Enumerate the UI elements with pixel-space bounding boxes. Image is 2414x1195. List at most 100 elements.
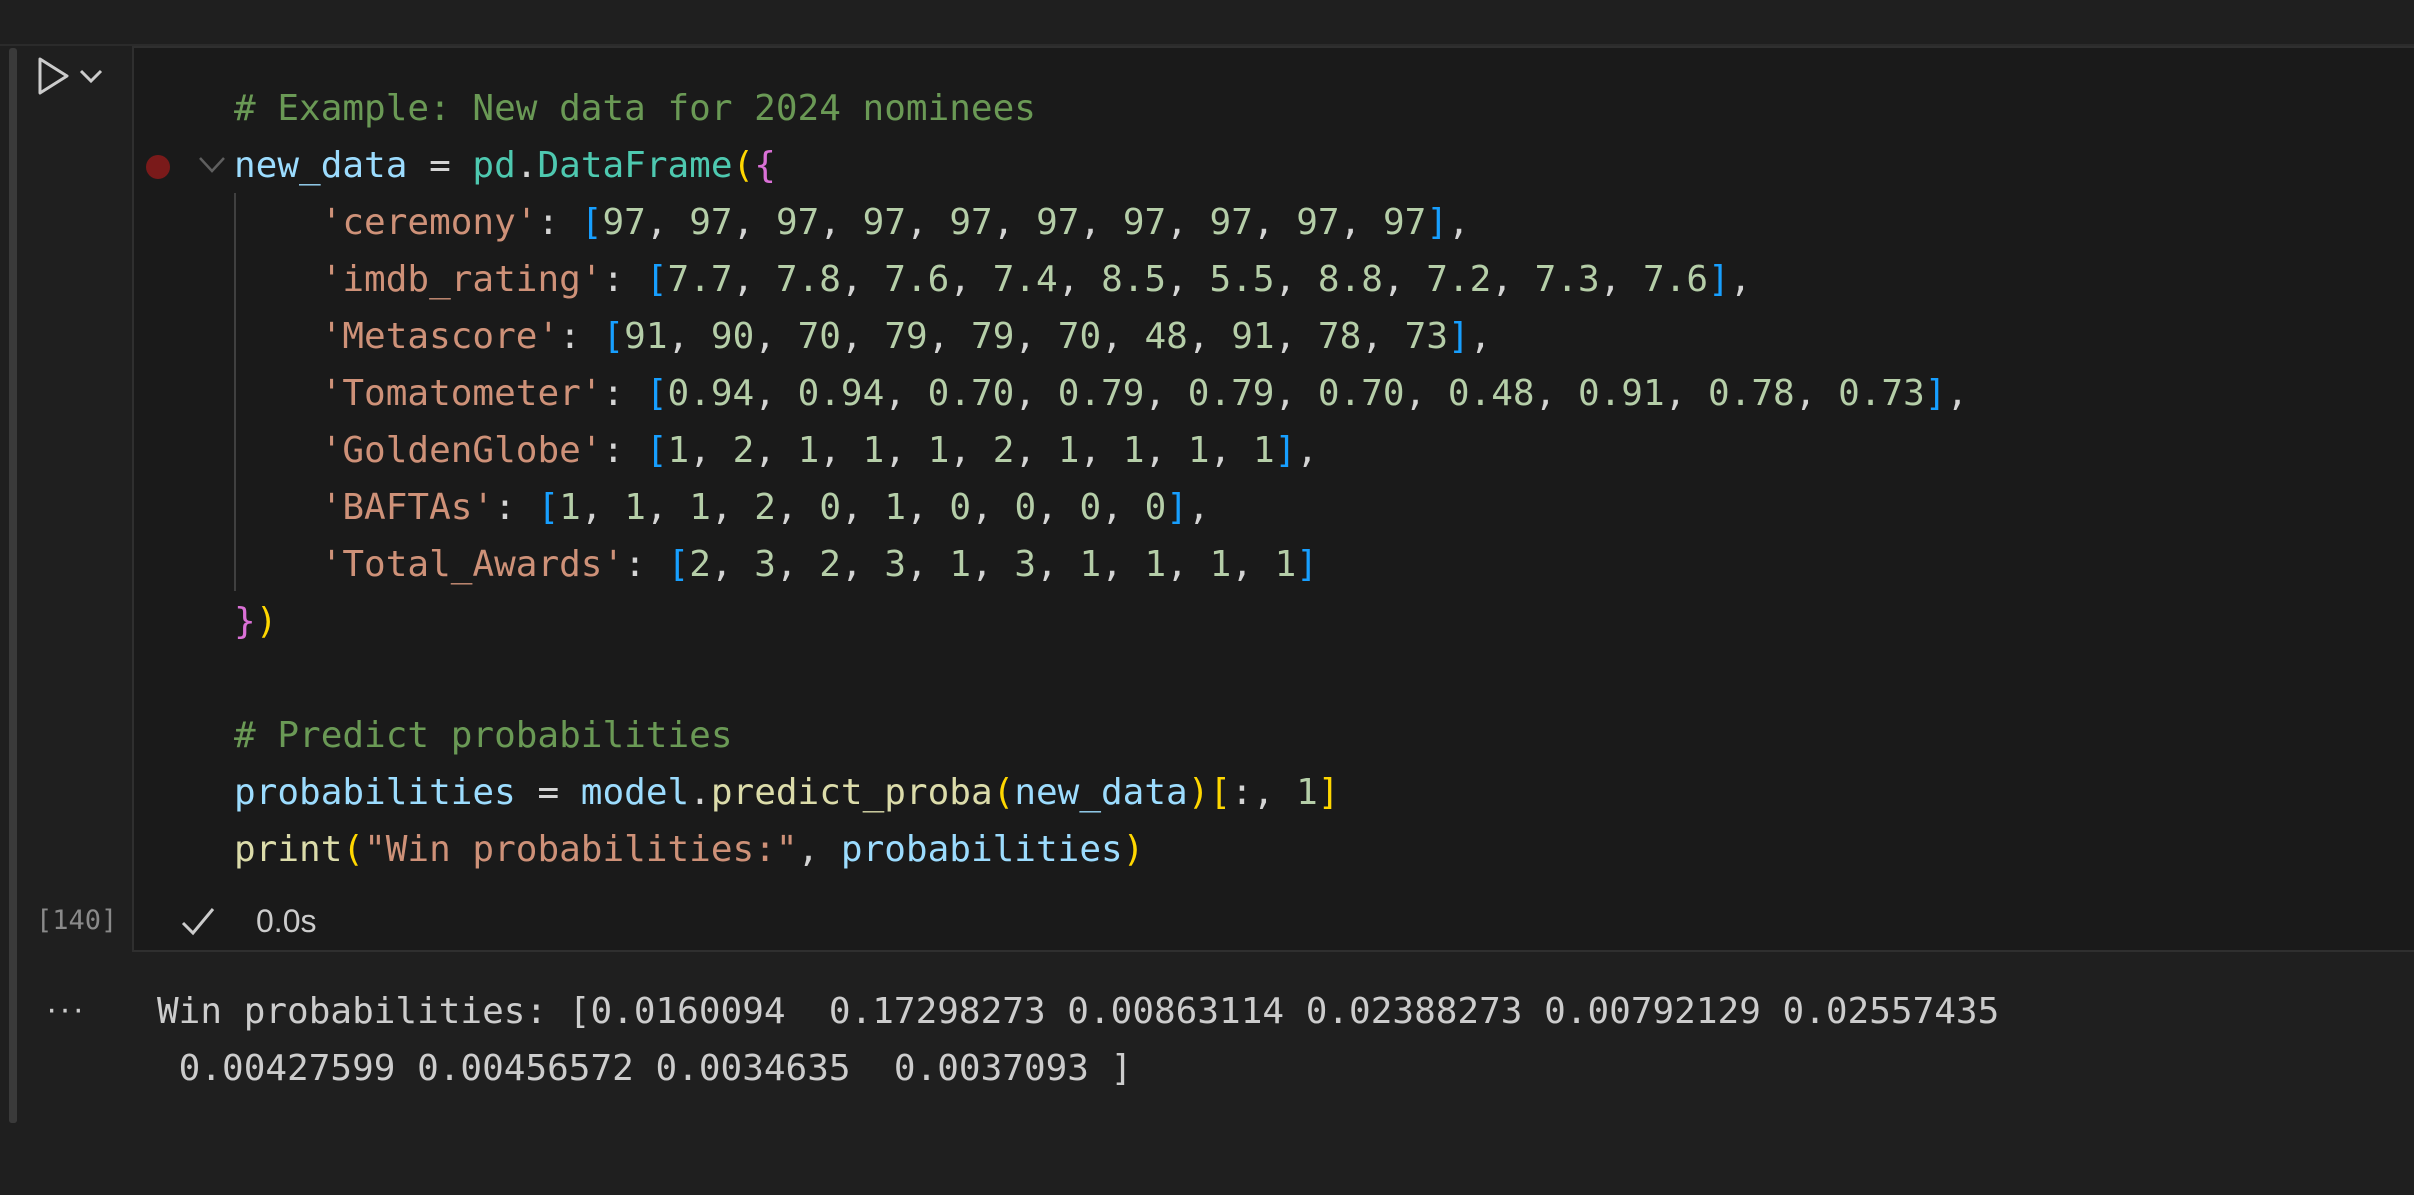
code-token: # Example: New data for 2024 nominees (234, 88, 1036, 129)
code-token: 79 (971, 316, 1015, 357)
play-icon (38, 57, 69, 95)
code-token: 97 (1122, 202, 1167, 243)
code-token: 2 (689, 544, 711, 585)
code-token: ) (1187, 772, 1210, 813)
chevron-down-icon (79, 69, 103, 84)
code-line[interactable]: 'BAFTAs': [1, 1, 1, 2, 0, 1, 0, 0, 0, 0]… (234, 479, 1210, 536)
code-line[interactable]: }) (234, 593, 277, 650)
code-token: 3 (884, 544, 907, 585)
code-token: : (624, 544, 668, 585)
code-token: 1 (1252, 430, 1275, 471)
code-token: . (689, 772, 711, 813)
code-token: , (754, 373, 798, 414)
code-token: , (1014, 373, 1058, 414)
code-line[interactable]: new_data = pd.DataFrame({ (234, 137, 776, 194)
code-token: ] (1924, 373, 1947, 414)
code-line[interactable]: 'imdb_rating': [7.7, 7.8, 7.6, 7.4, 8.5,… (234, 251, 1752, 308)
code-token: model (580, 772, 690, 813)
code-token: 1 (862, 430, 885, 471)
code-token: 'imdb_rating' (320, 259, 603, 300)
code-token: , (1274, 259, 1318, 300)
run-controls (36, 56, 104, 96)
run-cell-button[interactable] (36, 56, 70, 96)
code-token: [ (645, 259, 668, 300)
fold-toggle[interactable] (197, 154, 227, 181)
code-token: probabilities (840, 829, 1123, 870)
code-token: ] (1296, 544, 1318, 585)
code-token: 2 (992, 430, 1015, 471)
code-token: : (602, 259, 646, 300)
code-line[interactable]: 'Tomatometer': [0.94, 0.94, 0.70, 0.79, … (234, 365, 1968, 422)
code-token: = (407, 145, 473, 186)
code-line[interactable]: 'Metascore': [91, 90, 70, 79, 79, 70, 48… (234, 308, 1492, 365)
code-token: ] (1317, 772, 1340, 813)
output-actions-button[interactable]: ··· (46, 990, 86, 1029)
code-line[interactable]: probabilities = model.predict_proba(new_… (234, 764, 1339, 821)
code-token: , (1274, 316, 1318, 357)
code-token: , (1036, 544, 1080, 585)
code-token: 8.8 (1317, 259, 1383, 300)
code-token: 90 (710, 316, 755, 357)
code-token: , (580, 487, 625, 528)
code-token: = (515, 772, 581, 813)
success-check-icon (180, 904, 216, 945)
code-token: 1 (689, 487, 711, 528)
code-token: 0.70 (927, 373, 1015, 414)
run-options-dropdown[interactable] (78, 67, 104, 85)
code-token: 1 (1144, 544, 1167, 585)
code-token: , (1101, 544, 1145, 585)
code-token: , (1166, 544, 1210, 585)
code-line[interactable]: # Predict probabilities (234, 707, 733, 764)
code-token: 70 (1057, 316, 1102, 357)
code-token: 1 (1187, 430, 1210, 471)
execution-count: [140] (36, 905, 118, 936)
code-token: 7.3 (1534, 259, 1600, 300)
code-token: , (797, 829, 841, 870)
code-token: , (906, 202, 950, 243)
code-line[interactable]: print("Win probabilities:", probabilitie… (234, 821, 1144, 878)
code-token: , (819, 430, 863, 471)
code-token: 48 (1144, 316, 1188, 357)
code-token: , (1144, 430, 1188, 471)
code-token: new_data (1014, 772, 1188, 813)
code-token: 5.5 (1209, 259, 1275, 300)
code-token: : (559, 316, 603, 357)
code-token: 0.70 (1317, 373, 1405, 414)
code-token: pd (472, 145, 516, 186)
code-token: 0 (819, 487, 842, 528)
breakpoint-marker[interactable] (146, 155, 170, 179)
code-token: , (927, 316, 972, 357)
code-token: , (754, 430, 798, 471)
code-token: [ (537, 487, 560, 528)
code-token: 1 (1057, 430, 1080, 471)
code-token: 0.94 (667, 373, 755, 414)
code-token: 0 (1014, 487, 1037, 528)
code-token: 97 (1382, 202, 1427, 243)
output-focus-indicator[interactable] (9, 968, 17, 1123)
code-token: , (884, 373, 928, 414)
code-token: 'GoldenGlobe' (320, 430, 603, 471)
code-token: ( (992, 772, 1015, 813)
cell-focus-indicator[interactable] (9, 48, 17, 1123)
code-token: [ (602, 316, 625, 357)
code-token: 'BAFTAs' (320, 487, 495, 528)
execution-time: 0.0s (256, 903, 317, 939)
code-token: , (667, 316, 711, 357)
code-token: predict_proba (710, 772, 993, 813)
code-line[interactable]: 'GoldenGlobe': [1, 2, 1, 1, 1, 2, 1, 1, … (234, 422, 1318, 479)
code-token: , (689, 430, 733, 471)
code-line[interactable]: 'ceremony': [97, 97, 97, 97, 97, 97, 97,… (234, 194, 1470, 251)
code-token: , (1166, 202, 1210, 243)
code-token: 7.2 (1426, 259, 1492, 300)
code-token: ) (1122, 829, 1145, 870)
code-token: 1 (624, 487, 646, 528)
code-token: , (884, 430, 928, 471)
code-token: 'Tomatometer' (320, 373, 603, 414)
code-line[interactable]: # Example: New data for 2024 nominees (234, 80, 1036, 137)
code-token: ] (1166, 487, 1188, 528)
code-token: , (1101, 487, 1145, 528)
code-line[interactable]: 'Total_Awards': [2, 3, 2, 3, 1, 3, 1, 1,… (234, 536, 1318, 593)
code-token: 97 (1036, 202, 1080, 243)
